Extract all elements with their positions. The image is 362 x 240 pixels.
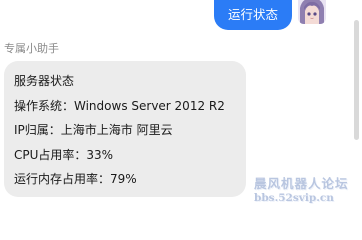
bot-message-bubble[interactable]: 服务器状态 操作系统：Windows Server 2012 R2 IP归属：上… [4, 61, 246, 197]
forum-watermark: 晨风机器人论坛 bbs.52svip.cn [254, 176, 360, 206]
scrollbar-thumb[interactable] [354, 20, 359, 140]
chat-window: 运行状态 专属小助手 服务器状态 操作系统：Windows Server 201… [0, 0, 362, 211]
bot-line-title: 服务器状态 [14, 74, 75, 88]
bot-sender-name: 专属小助手 [4, 42, 59, 55]
watermark-url: bbs.52svip.cn [254, 192, 334, 204]
bot-line-ip: IP归属：上海市上海市 阿里云 [14, 123, 173, 137]
anime-girl-avatar-icon [298, 0, 326, 24]
bot-line-cpu: CPU占用率：33% [14, 147, 114, 162]
user-avatar[interactable] [298, 0, 326, 24]
user-message-bubble[interactable]: 运行状态 [214, 0, 292, 30]
user-message-text: 运行状态 [227, 7, 278, 22]
bot-line-os: 操作系统：Windows Server 2012 R2 [14, 98, 225, 113]
vertical-scrollbar[interactable] [354, 20, 360, 140]
watermark-title: 晨风机器人论坛 [254, 176, 349, 191]
bot-line-memory: 运行内存占用率：79% [14, 172, 137, 186]
